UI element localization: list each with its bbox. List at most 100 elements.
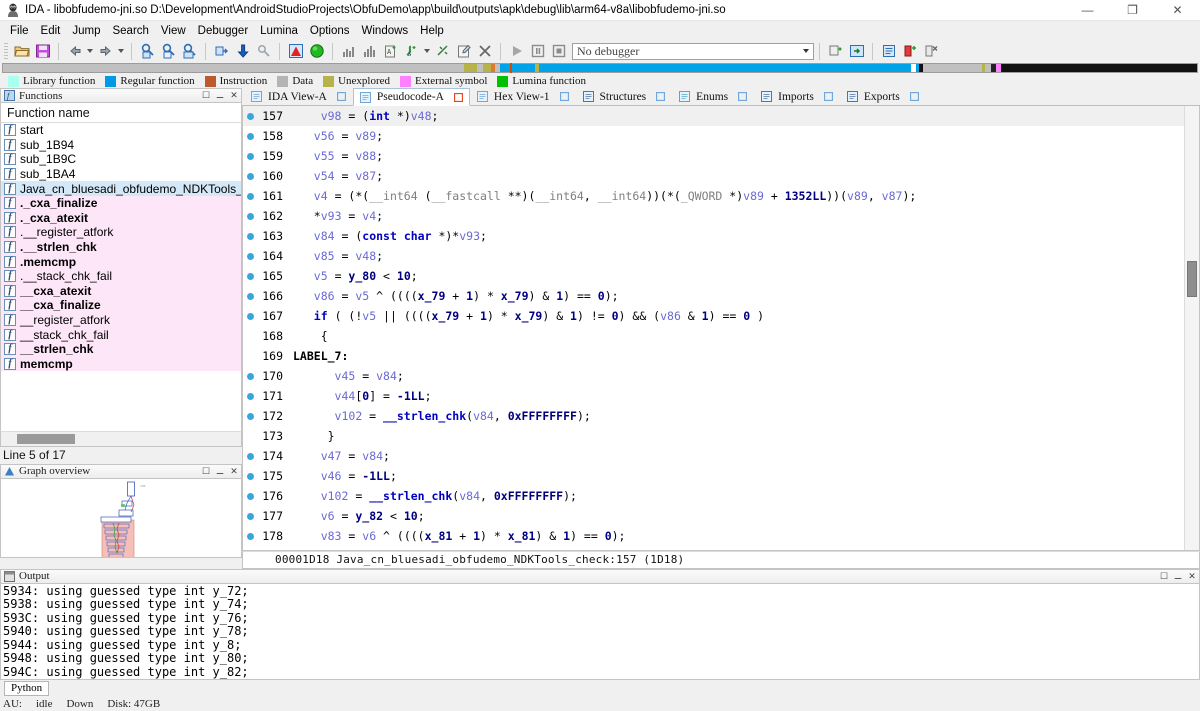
stop-icon[interactable] xyxy=(548,41,569,61)
pseudocode-line-text[interactable]: v98 = (int *)v48; xyxy=(283,109,439,123)
pseudocode-line[interactable]: 159 v55 = v88; xyxy=(243,146,1184,166)
pseudocode-line[interactable]: 165 v5 = y_80 < 10; xyxy=(243,266,1184,286)
menu-item-options[interactable]: Options xyxy=(304,23,356,39)
chevron-down-icon[interactable] xyxy=(799,44,813,59)
graph-xref-icon[interactable]: A xyxy=(380,41,401,61)
pseudocode-line-text[interactable]: v44[0] = -1LL; xyxy=(283,389,432,403)
plugin-icon[interactable] xyxy=(432,41,453,61)
breakpoint-marker-icon[interactable] xyxy=(243,112,257,120)
pause-icon[interactable] xyxy=(527,41,548,61)
graph-overview-float-icon[interactable]: ⚊ xyxy=(213,465,227,478)
pseudocode-vertical-scrollbar[interactable] xyxy=(1184,106,1199,550)
step-into-icon[interactable] xyxy=(825,41,846,61)
function-list-item[interactable]: f __cxa_finalize xyxy=(1,298,241,313)
pseudocode-line-text[interactable]: v46 = -1LL; xyxy=(283,469,397,483)
pseudocode-line-text[interactable]: { xyxy=(283,329,328,343)
pseudocode-line-text[interactable]: v56 = v89; xyxy=(283,129,383,143)
breakpoint-marker-icon[interactable] xyxy=(243,412,257,420)
function-list-item[interactable]: f Java_cn_bluesadi_obfudemo_NDKTools_chec… xyxy=(1,181,241,196)
pseudocode-line[interactable]: 170 v45 = v84; xyxy=(243,366,1184,386)
breakpoint-marker-icon[interactable] xyxy=(243,512,257,520)
step-over-icon[interactable] xyxy=(846,41,867,61)
tab-imports[interactable]: Imports xyxy=(754,87,840,105)
tab-close-icon[interactable] xyxy=(656,91,666,102)
pseudocode-line[interactable]: 175 v46 = -1LL; xyxy=(243,466,1184,486)
tab-pseudocode-a[interactable]: Pseudocode-A xyxy=(352,88,470,106)
pseudocode-line-text[interactable]: v4 = (*(__int64 (__fastcall **)(__int64,… xyxy=(283,189,917,203)
save-icon[interactable] xyxy=(32,41,53,61)
pseudocode-line[interactable]: 171 v44[0] = -1LL; xyxy=(243,386,1184,406)
pseudocode-line-text[interactable]: v86 = v5 ^ ((((x_79 + 1) * x_79) & 1) ==… xyxy=(283,289,619,303)
back-dropdown-arrow-icon[interactable] xyxy=(85,41,95,61)
delete-icon[interactable] xyxy=(474,41,495,61)
tab-ida-view-a[interactable]: IDA View-A xyxy=(244,87,353,105)
pseudocode-line[interactable]: 163 v84 = (const char *)*v93; xyxy=(243,226,1184,246)
pseudocode-line-text[interactable]: v83 = v6 ^ ((((x_81 + 1) * x_81) & 1) ==… xyxy=(283,529,626,543)
tab-structures[interactable]: Structures xyxy=(576,87,673,105)
pseudocode-line[interactable]: 164 v85 = v48; xyxy=(243,246,1184,266)
breakpoint-marker-icon[interactable] xyxy=(243,252,257,260)
pseudocode-line[interactable]: 172 v102 = __strlen_chk(v84, 0xFFFFFFFF)… xyxy=(243,406,1184,426)
pseudocode-line-text[interactable]: v102 = __strlen_chk(v84, 0xFFFFFFFF); xyxy=(283,409,591,423)
breakpoint-marker-icon[interactable] xyxy=(243,272,257,280)
breakpoint-marker-icon[interactable] xyxy=(243,452,257,460)
pseudocode-line-text[interactable]: v47 = v84; xyxy=(283,449,390,463)
functions-close-icon[interactable]: ✕ xyxy=(227,89,241,102)
output-close-icon[interactable]: ✕ xyxy=(1185,570,1199,583)
functions-restore-icon[interactable]: ☐ xyxy=(199,89,213,102)
pseudocode-line-text[interactable]: v55 = v88; xyxy=(283,149,383,163)
pseudocode-line[interactable]: 161 v4 = (*(__int64 (__fastcall **)(__in… xyxy=(243,186,1184,206)
tab-exports[interactable]: Exports xyxy=(840,87,926,105)
function-list-item[interactable]: f sub_1BA4 xyxy=(1,167,241,182)
menu-item-windows[interactable]: Windows xyxy=(356,23,415,39)
jump-entry-icon[interactable] xyxy=(253,41,274,61)
breakpoint-marker-icon[interactable] xyxy=(243,212,257,220)
breakpoint-marker-icon[interactable] xyxy=(243,292,257,300)
pseudocode-line[interactable]: 166 v86 = v5 ^ ((((x_79 + 1) * x_79) & 1… xyxy=(243,286,1184,306)
breakpoint-marker-icon[interactable] xyxy=(243,372,257,380)
minimize-button[interactable]: — xyxy=(1065,0,1110,21)
breakpoint-marker-icon[interactable] xyxy=(243,312,257,320)
open-file-icon[interactable] xyxy=(11,41,32,61)
pseudocode-line[interactable]: 169 LABEL_7: xyxy=(243,346,1184,366)
tab-close-icon[interactable] xyxy=(823,91,834,102)
menu-item-debugger[interactable]: Debugger xyxy=(192,23,255,39)
breakpoint-marker-icon[interactable] xyxy=(243,172,257,180)
output-log[interactable]: 5934: using guessed type int y_72; 5938: … xyxy=(0,583,1200,680)
toolbar-grip[interactable] xyxy=(4,42,8,60)
tab-close-icon[interactable] xyxy=(909,91,919,102)
breakpoint-marker-icon[interactable] xyxy=(243,132,257,140)
output-restore-icon[interactable]: ☐ xyxy=(1157,570,1171,583)
breakpoint-marker-icon[interactable] xyxy=(243,392,257,400)
function-list-item[interactable]: f __cxa_atexit xyxy=(1,283,241,299)
function-list-item[interactable]: f sub_1B9C xyxy=(1,152,241,167)
pseudocode-line[interactable]: 160 v54 = v87; xyxy=(243,166,1184,186)
breakpoint-marker-icon[interactable] xyxy=(243,232,257,240)
edit-function-icon[interactable] xyxy=(453,41,474,61)
tab-hex-view-1[interactable]: Hex View-1 xyxy=(470,87,576,105)
maximize-button[interactable]: ❐ xyxy=(1110,0,1155,21)
breakpoint-list-icon[interactable] xyxy=(878,41,899,61)
jump-down-icon[interactable] xyxy=(232,41,253,61)
graph-overview-canvas[interactable]: 100 xyxy=(0,478,242,558)
functions-column-header[interactable]: Function name xyxy=(0,103,242,123)
functions-list[interactable]: f start f sub_1B94 f sub_1B9C f sub_1BA4 f Java_c… xyxy=(0,123,242,431)
tab-close-icon[interactable] xyxy=(336,91,346,102)
forward-dropdown-arrow-icon[interactable] xyxy=(116,41,126,61)
function-list-item[interactable]: f start xyxy=(1,123,241,138)
pseudocode-line[interactable]: 168 { xyxy=(243,326,1184,346)
jump-by-name-icon[interactable] xyxy=(158,41,179,61)
tab-enums[interactable]: Enums xyxy=(672,87,754,105)
pseudocode-line[interactable]: 162 *v93 = v4; xyxy=(243,206,1184,226)
menu-item-search[interactable]: Search xyxy=(106,23,154,39)
menu-item-jump[interactable]: Jump xyxy=(66,23,106,39)
graph-bar-icon[interactable] xyxy=(338,41,359,61)
run-debugger-icon[interactable] xyxy=(506,41,527,61)
pseudocode-line[interactable]: 174 v47 = v84; xyxy=(243,446,1184,466)
function-list-item[interactable]: f sub_1B94 xyxy=(1,138,241,153)
pseudocode-line-text[interactable]: if ( (!v5 || ((((x_79 + 1) * x_79) & 1) … xyxy=(283,309,764,323)
navigation-band[interactable] xyxy=(2,63,1198,73)
function-list-item[interactable]: f .__strlen_chk xyxy=(1,239,241,255)
pseudocode-text-area[interactable]: 157 v98 = (int *)v48; 158 v56 = v89; 159 v… xyxy=(243,106,1184,550)
menu-item-edit[interactable]: Edit xyxy=(35,23,67,39)
